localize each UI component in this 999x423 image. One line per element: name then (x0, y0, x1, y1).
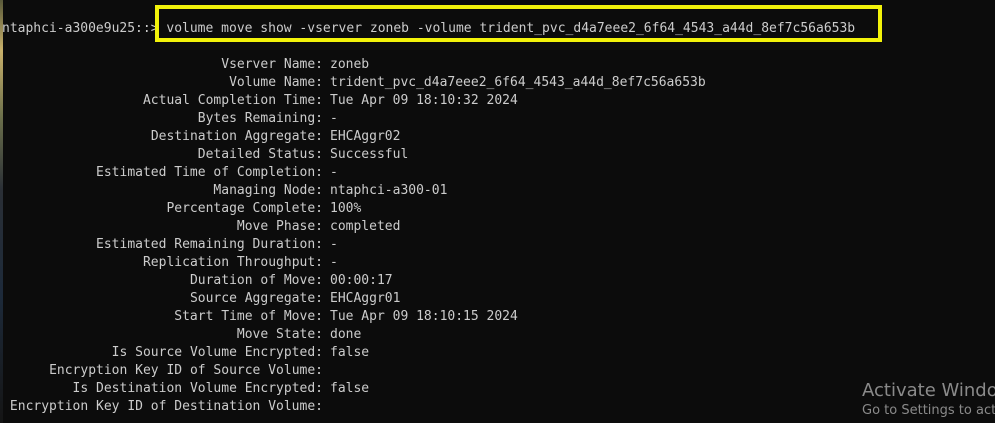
field-value: - (330, 165, 338, 180)
watermark-subtitle: Go to Settings to act (862, 403, 997, 418)
field-label: Managing Node: (213, 183, 323, 198)
field-label: Volume Name: (229, 75, 323, 90)
field-label: Move State: (236, 327, 323, 342)
terminal-window[interactable]: ntaphci-a300e9u25::> volume move show -v… (0, 0, 999, 423)
activate-windows-watermark: Activate Windo Go to Settings to act (862, 380, 998, 420)
field-label: Estimated Time of Completion: (96, 165, 323, 180)
field-label: Bytes Remaining: (197, 111, 323, 126)
field-label: Encryption Key ID of Destination Volume: (9, 399, 323, 414)
field-value: zoneb (330, 57, 370, 72)
field-value: trident_pvc_d4a7eee2_6f64_4543_a44d_8ef7… (330, 75, 706, 90)
watermark-title: Activate Windo (862, 380, 998, 401)
field-label: Start Time of Move: (174, 309, 323, 324)
field-value: Tue Apr 09 18:10:32 2024 (330, 93, 518, 108)
field-value: - (330, 111, 338, 126)
screenshot-frame: ntaphci-a300e9u25::> volume move show -v… (0, 0, 999, 423)
field-label: Estimated Remaining Duration: (96, 237, 323, 252)
field-value: - (330, 255, 338, 270)
field-label: Actual Completion Time: (142, 93, 323, 108)
right-edge (995, 0, 999, 423)
field-label: Is Source Volume Encrypted: (111, 345, 323, 360)
field-value: 00:00:17 (330, 273, 393, 288)
field-label: Detailed Status: (197, 147, 323, 162)
field-label: Destination Aggregate: (150, 129, 323, 144)
prompt: ntaphci-a300e9u25::> (2, 21, 159, 36)
field-label: Move Phase: (236, 219, 323, 234)
field-value: EHCAggr01 (330, 291, 401, 306)
field-value: EHCAggr02 (330, 129, 401, 144)
field-label: Source Aggregate: (189, 291, 323, 306)
field-value: false (330, 381, 370, 396)
field-value: - (330, 237, 338, 252)
field-value: 100% (330, 201, 362, 216)
field-label: Duration of Move: (189, 273, 323, 288)
field-label: Replication Throughput: (142, 255, 323, 270)
field-label: Vserver Name: (221, 57, 323, 72)
command-highlight-box (155, 5, 882, 42)
field-value: ntaphci-a300-01 (330, 183, 448, 198)
field-value: Tue Apr 09 18:10:15 2024 (330, 309, 518, 324)
field-value: Successful (330, 147, 409, 162)
field-label: Encryption Key ID of Source Volume: (49, 363, 323, 378)
field-value: completed (330, 219, 401, 234)
field-label: Percentage Complete: (166, 201, 323, 216)
field-value: done (330, 327, 362, 342)
field-value: false (330, 345, 370, 360)
field-label: Is Destination Volume Encrypted: (72, 381, 323, 396)
